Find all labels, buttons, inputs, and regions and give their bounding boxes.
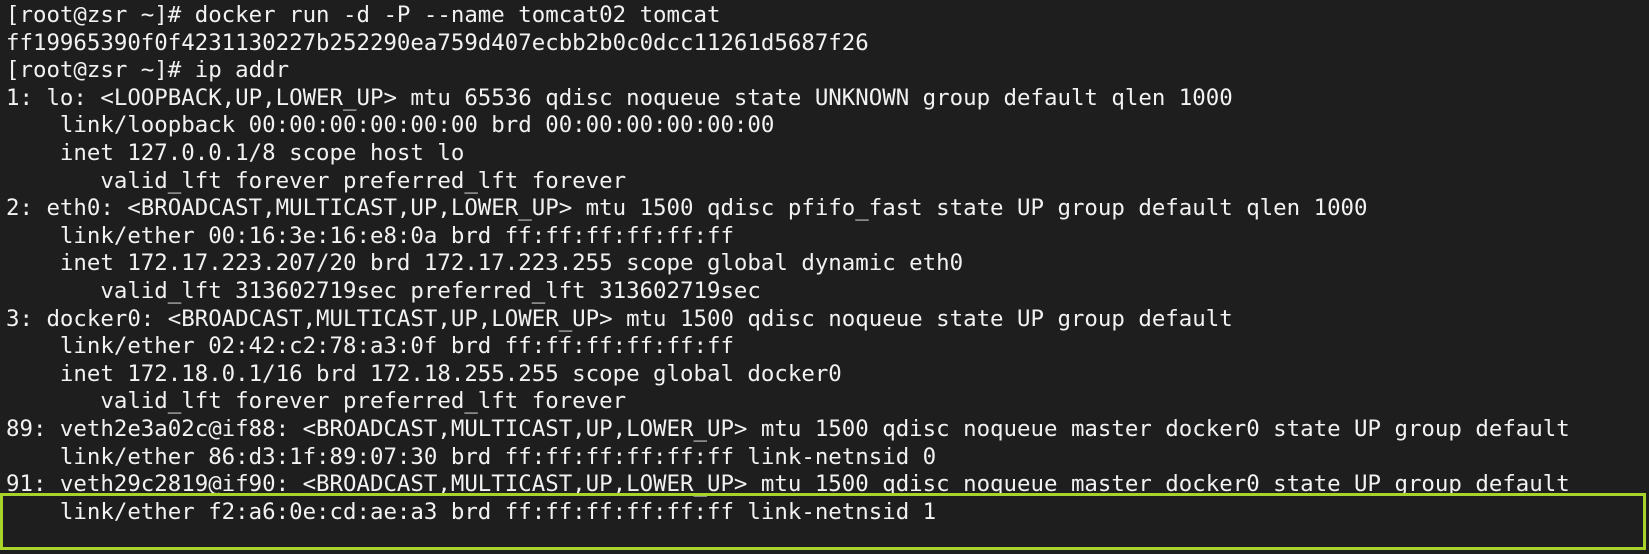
- output-line-eth0-inet: inet 172.17.223.207/20 brd 172.17.223.25…: [6, 250, 964, 277]
- output-container-id: ff19965390f0f4231130227b252290ea759d407e…: [6, 29, 869, 56]
- output-line-lo-valid: valid_lft forever preferred_lft forever: [6, 167, 627, 194]
- output-line-lo: 1: lo: <LOOPBACK,UP,LOWER_UP> mtu 65536 …: [6, 84, 1233, 111]
- terminal-window[interactable]: [root@zsr ~]# docker run -d -P --name to…: [0, 0, 1649, 554]
- output-line-eth0-valid: valid_lft 313602719sec preferred_lft 313…: [6, 278, 761, 304]
- output-line-veth89-link: link/ether 86:d3:1f:89:07:30 brd ff:ff:f…: [6, 443, 937, 470]
- output-line-lo-link: link/loopback 00:00:00:00:00:00 brd 00:0…: [6, 112, 775, 139]
- output-line-veth89: 89: veth2e3a02c@if88: <BROADCAST,MULTICA…: [6, 416, 1570, 442]
- output-line-docker0-inet: inet 172.18.0.1/16 brd 172.18.255.255 sc…: [6, 360, 842, 387]
- command-line-ip-addr: [root@zsr ~]# ip addr: [6, 57, 290, 84]
- output-line-veth91: 91: veth29c2819@if90: <BROADCAST,MULTICA…: [6, 471, 1570, 498]
- output-line-eth0-link: link/ether 00:16:3e:16:e8:0a brd ff:ff:f…: [6, 222, 734, 249]
- output-line-lo-inet: inet 127.0.0.1/8 scope host lo: [6, 140, 465, 166]
- output-line-veth91-link: link/ether f2:a6:0e:cd:ae:a3 brd ff:ff:f…: [6, 498, 937, 525]
- command-line-docker-run: [root@zsr ~]# docker run -d -P --name to…: [6, 2, 721, 28]
- output-line-docker0-link: link/ether 02:42:c2:78:a3:0f brd ff:ff:f…: [6, 333, 734, 360]
- output-line-eth0: 2: eth0: <BROADCAST,MULTICAST,UP,LOWER_U…: [6, 195, 1368, 222]
- output-line-docker0-valid: valid_lft forever preferred_lft forever: [6, 388, 627, 415]
- output-line-docker0: 3: docker0: <BROADCAST,MULTICAST,UP,LOWE…: [6, 305, 1233, 332]
